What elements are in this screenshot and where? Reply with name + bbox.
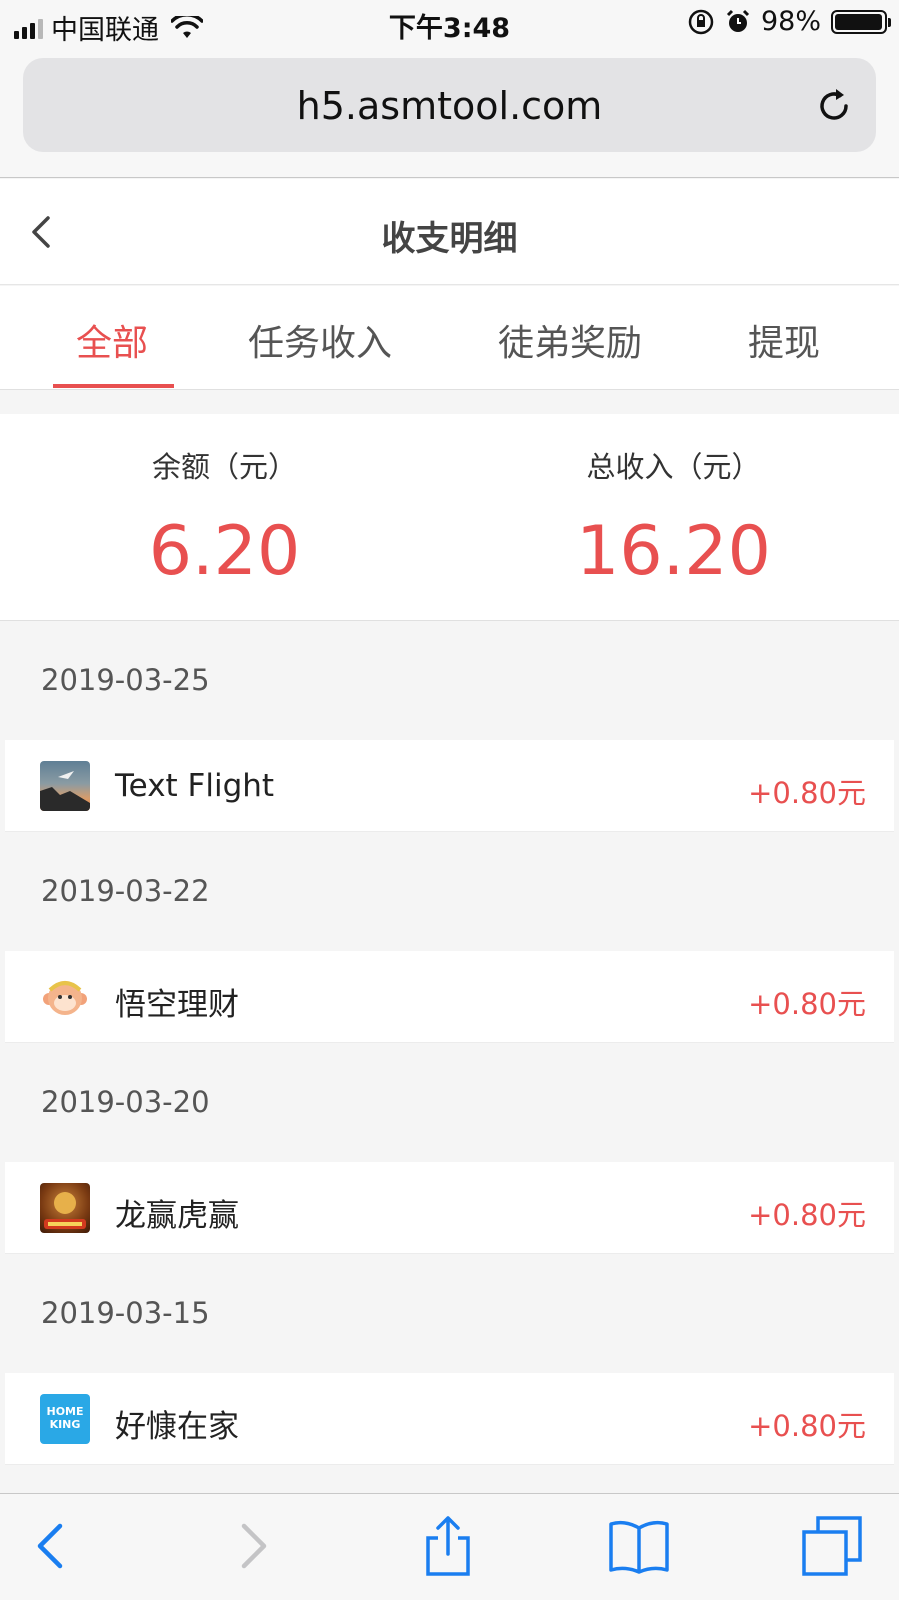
record-app-name: 好慷在家: [115, 1409, 239, 1445]
homeking-logo-line-1: HOME: [46, 1405, 84, 1418]
record-amount: +0.80元: [748, 1198, 866, 1232]
list-item[interactable]: 龙赢虎赢 +0.80元: [5, 1162, 894, 1254]
battery-percent: 98%: [760, 6, 821, 37]
filter-tabs: 全部 任务收入 徒弟奖励 提现: [0, 286, 899, 390]
total-income-label: 总收入（元）: [586, 450, 761, 484]
record-amount: +0.80元: [748, 776, 866, 810]
tab-apprentice-reward[interactable]: 徒弟奖励: [498, 314, 642, 366]
homeking-logo-line-2: KING: [49, 1418, 81, 1431]
list-item[interactable]: Text Flight +0.80元: [5, 740, 894, 832]
share-icon[interactable]: [416, 1514, 480, 1578]
balance-summary: 余额（元） 6.20 总收入（元） 16.20: [0, 414, 899, 621]
bookmarks-icon[interactable]: [607, 1514, 671, 1578]
active-tab-indicator: [53, 384, 174, 388]
alarm-icon: [726, 9, 750, 32]
balance-label: 余额（元）: [151, 450, 297, 484]
browser-toolbar: [0, 1493, 899, 1600]
url-field[interactable]: h5.asmtool.com: [23, 58, 876, 152]
wukong-licai-app-icon: [40, 972, 90, 1022]
longying-huying-app-icon: [40, 1183, 90, 1233]
homeking-app-icon: HOME KING: [40, 1394, 90, 1444]
list-item[interactable]: HOME KING 好慷在家 +0.80元: [5, 1373, 894, 1465]
browser-address-bar: h5.asmtool.com: [0, 50, 899, 178]
text-flight-app-icon: [40, 761, 90, 811]
tab-task-income[interactable]: 任务收入: [248, 314, 392, 366]
record-app-name: Text Flight: [115, 768, 275, 804]
record-date: 2019-03-15: [41, 1296, 210, 1330]
balance-value: 6.20: [148, 512, 301, 591]
page-header: 收支明细: [0, 179, 899, 285]
balance-block: 余额（元） 6.20: [0, 444, 449, 591]
orientation-lock-icon: [688, 9, 714, 34]
record-date: 2019-03-25: [41, 663, 210, 697]
list-item[interactable]: 悟空理财 +0.80元: [5, 951, 894, 1043]
record-app-name: 悟空理财: [115, 987, 239, 1023]
record-app-name: 龙赢虎赢: [115, 1198, 239, 1234]
browser-forward-icon[interactable]: [220, 1514, 284, 1578]
status-bar: 中国联通 下午3:48 98%: [0, 0, 899, 50]
total-income-block: 总收入（元） 16.20: [449, 444, 898, 591]
record-date: 2019-03-20: [41, 1085, 210, 1119]
total-income-value: 16.20: [576, 512, 771, 591]
page-title: 收支明细: [381, 219, 518, 259]
record-date: 2019-03-22: [41, 874, 210, 908]
tabs-icon[interactable]: [800, 1514, 864, 1578]
reload-icon[interactable]: [814, 86, 854, 126]
record-amount: +0.80元: [748, 987, 866, 1021]
tab-withdraw[interactable]: 提现: [748, 314, 820, 366]
record-amount: +0.80元: [748, 1409, 866, 1443]
battery-icon: [831, 9, 891, 34]
tab-all[interactable]: 全部: [76, 314, 148, 366]
battery-fill: [835, 13, 883, 30]
browser-back-icon[interactable]: [20, 1514, 84, 1578]
url-text: h5.asmtool.com: [296, 84, 603, 128]
